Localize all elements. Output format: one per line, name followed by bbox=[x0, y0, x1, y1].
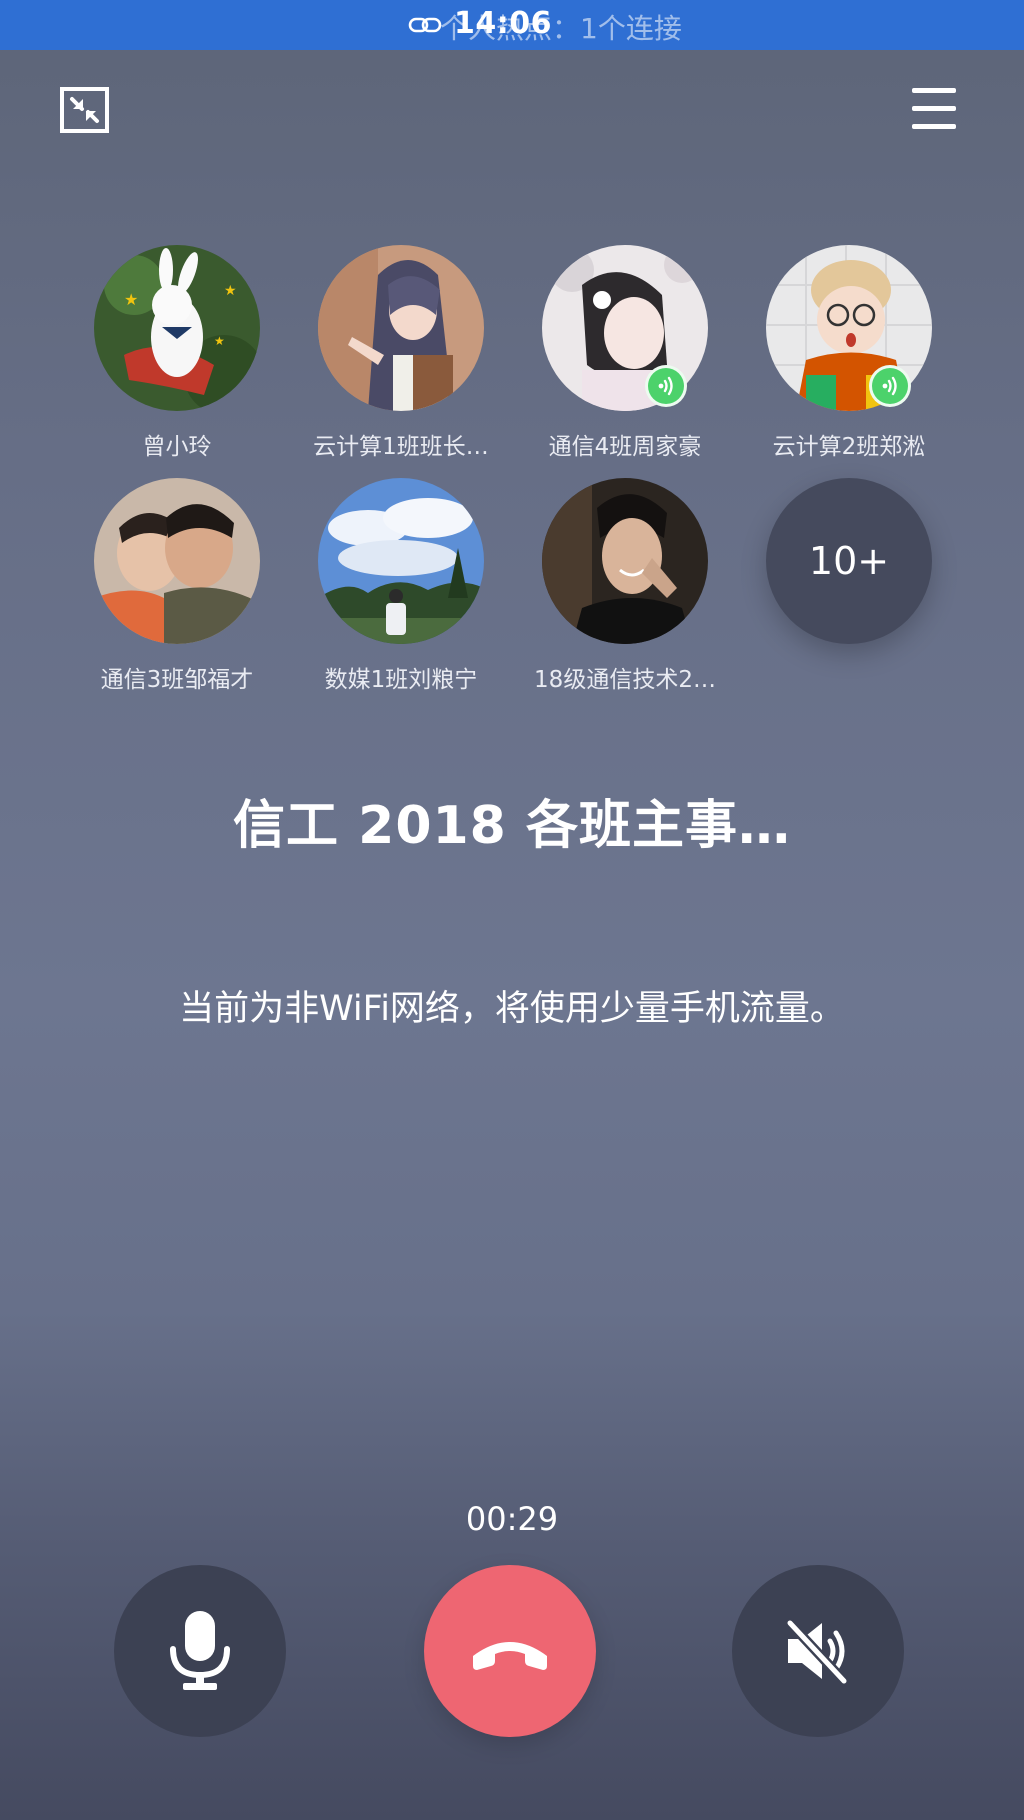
participant-tile[interactable]: 通信3班邹福才 bbox=[77, 478, 277, 694]
svg-text:★: ★ bbox=[214, 334, 225, 348]
microphone-button[interactable] bbox=[114, 1565, 286, 1737]
more-participants-count: 10+ bbox=[766, 478, 932, 644]
speaker-muted-icon bbox=[785, 1618, 849, 1686]
participant-tile[interactable]: 数媒1班刘粮宁 bbox=[301, 478, 501, 694]
minimize-button[interactable] bbox=[60, 87, 110, 133]
avatar bbox=[542, 478, 708, 644]
participant-tile[interactable]: 云计算2班郑淞 bbox=[749, 245, 949, 461]
speaker-button[interactable] bbox=[732, 1565, 904, 1737]
more-participants-button[interactable]: 10+ bbox=[749, 478, 949, 644]
avatar: ★ ★ ★ bbox=[94, 245, 260, 411]
voice-call-screen: 个人热点：1个连接 14:06 ★ ★ ★ 曾小玲 云计算1班班长… 通信4班周… bbox=[0, 0, 1024, 1820]
participant-tile[interactable]: 18级通信技术2… bbox=[525, 478, 725, 694]
call-timer: 00:29 bbox=[465, 1500, 559, 1538]
participant-tile[interactable]: 云计算1班班长… bbox=[301, 245, 501, 461]
avatar bbox=[94, 478, 260, 644]
voice-wave-icon bbox=[658, 376, 673, 396]
avatar bbox=[318, 245, 484, 411]
hang-up-icon bbox=[473, 1642, 547, 1670]
group-call-title: 信工 2018 各班主事… bbox=[233, 796, 791, 856]
microphone-icon bbox=[170, 1611, 230, 1690]
participant-name: 云计算1班班长… bbox=[313, 434, 489, 460]
participant-tile[interactable]: 通信4班周家豪 bbox=[525, 245, 725, 461]
network-notice: 当前为非WiFi网络，将使用少量手机流量。 bbox=[179, 989, 845, 1029]
status-time: 14:06 bbox=[454, 6, 552, 41]
voice-wave-icon bbox=[882, 376, 897, 396]
svg-text:★: ★ bbox=[124, 290, 138, 309]
hotspot-link-icon bbox=[408, 17, 442, 33]
participant-name: 曾小玲 bbox=[142, 434, 212, 460]
speaking-indicator bbox=[869, 365, 911, 407]
participant-name: 数媒1班刘粮宁 bbox=[324, 667, 478, 693]
participant-name: 云计算2班郑淞 bbox=[772, 434, 926, 460]
hang-up-button[interactable] bbox=[424, 1565, 596, 1737]
minimize-window-icon bbox=[60, 87, 109, 133]
participant-name: 通信4班周家豪 bbox=[548, 434, 702, 460]
participant-name: 18级通信技术2… bbox=[534, 667, 716, 693]
participant-name: 通信3班邹福才 bbox=[100, 667, 254, 693]
status-bar: 个人热点：1个连接 14:06 bbox=[0, 0, 1024, 50]
avatar bbox=[318, 478, 484, 644]
speaking-indicator bbox=[645, 365, 687, 407]
hamburger-menu-icon bbox=[910, 88, 958, 129]
participant-tile[interactable]: ★ ★ ★ 曾小玲 bbox=[77, 245, 277, 461]
menu-button[interactable] bbox=[910, 88, 958, 132]
svg-text:★: ★ bbox=[224, 283, 237, 299]
